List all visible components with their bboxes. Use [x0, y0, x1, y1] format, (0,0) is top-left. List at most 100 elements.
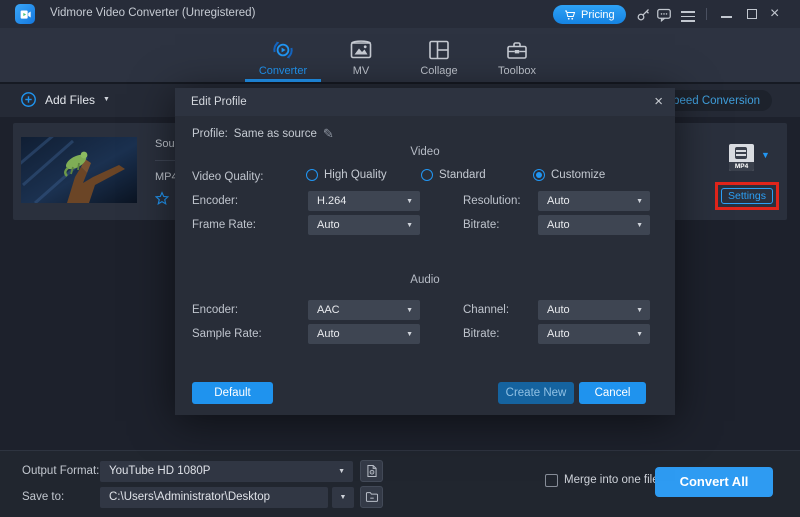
save-to-value: C:\Users\Administrator\Desktop [109, 491, 270, 503]
titlebar-divider [706, 8, 707, 20]
create-new-button[interactable]: Create New [498, 382, 574, 404]
toolbox-icon [505, 38, 529, 62]
audio-encoder-label: Encoder: [192, 300, 238, 320]
frame-rate-value: Auto [317, 219, 340, 231]
tab-toolbox[interactable]: Toolbox [478, 28, 556, 82]
profile-label: Profile: [192, 128, 228, 140]
app-window: Vidmore Video Converter (Unregistered) P… [0, 0, 800, 517]
cancel-button[interactable]: Cancel [579, 382, 646, 404]
file-gear-icon [365, 464, 379, 478]
video-quality-label: Video Quality: [192, 167, 263, 187]
maximize-button[interactable] [747, 9, 757, 19]
minimize-button[interactable] [721, 16, 732, 18]
resolution-value: Auto [547, 195, 570, 207]
mv-icon [349, 38, 373, 62]
convert-all-button[interactable]: Convert All [655, 467, 773, 497]
dropdown-caret-icon: ▼ [636, 198, 643, 205]
window-title: Vidmore Video Converter (Unregistered) [50, 7, 255, 19]
channel-value: Auto [547, 304, 570, 316]
dropdown-caret-icon: ▼ [340, 494, 347, 501]
film-glyph [735, 147, 747, 159]
audio-bitrate-dropdown[interactable]: Auto ▼ [538, 324, 650, 344]
edit-pencil-icon[interactable]: ✎ [323, 126, 334, 142]
output-format-settings-button[interactable] [360, 460, 383, 482]
converter-icon [271, 38, 295, 62]
audio-bitrate-label: Bitrate: [463, 324, 499, 344]
profile-row: Profile: Same as source ✎ [192, 126, 334, 142]
merge-checkbox[interactable] [545, 474, 558, 487]
pricing-button[interactable]: Pricing [553, 5, 626, 24]
bottom-bar: Output Format: YouTube HD 1080P ▼ Save t… [0, 450, 800, 517]
save-to-field[interactable]: C:\Users\Administrator\Desktop [100, 487, 328, 508]
resolution-label: Resolution: [463, 191, 521, 211]
settings-button[interactable]: Settings [721, 188, 773, 204]
dialog-close-icon[interactable]: × [654, 92, 663, 112]
output-format-selector: MP4 ▼ [716, 144, 776, 178]
radio-standard[interactable]: Standard [421, 169, 486, 181]
video-bitrate-value: Auto [547, 219, 570, 231]
dropdown-caret-icon: ▼ [406, 307, 413, 314]
frame-rate-dropdown[interactable]: Auto ▼ [308, 215, 420, 235]
dropdown-caret-icon: ▼ [406, 222, 413, 229]
add-files-button[interactable]: Add Files ▼ [20, 91, 110, 108]
window-close-button[interactable]: × [770, 4, 779, 24]
audio-encoder-dropdown[interactable]: AAC ▼ [308, 300, 420, 320]
mp4-badge: MP4 [729, 162, 754, 171]
plus-circle-icon [20, 91, 37, 108]
browse-folder-button[interactable] [360, 486, 383, 508]
menu-icon[interactable] [680, 9, 696, 24]
save-to-dropdown-button[interactable]: ▼ [332, 487, 354, 508]
radio-high-quality[interactable]: High Quality [306, 169, 387, 181]
radio-customize-label: Customize [551, 169, 605, 181]
dropdown-caret-icon: ▼ [406, 331, 413, 338]
output-format-value: YouTube HD 1080P [109, 465, 210, 477]
radio-circle-checked [533, 169, 545, 181]
collage-icon [427, 38, 451, 62]
radio-circle [306, 169, 318, 181]
dialog-title: Edit Profile [191, 96, 247, 108]
dropdown-caret-icon: ▼ [636, 222, 643, 229]
channel-dropdown[interactable]: Auto ▼ [538, 300, 650, 320]
title-bar: Vidmore Video Converter (Unregistered) P… [0, 0, 800, 28]
main-nav: Converter MV Collage [0, 28, 800, 84]
tab-mv[interactable]: MV [322, 28, 400, 82]
tab-converter[interactable]: Converter [244, 28, 322, 82]
frame-rate-label: Frame Rate: [192, 215, 256, 235]
tab-collage[interactable]: Collage [400, 28, 478, 82]
dropdown-caret-icon: ▼ [636, 307, 643, 314]
output-format-dropdown[interactable]: YouTube HD 1080P ▼ [100, 461, 353, 482]
tab-mv-label: MV [353, 65, 370, 77]
edit-effect-star-icon[interactable] [154, 191, 170, 207]
register-key-icon[interactable] [635, 7, 651, 22]
mp4-file-icon[interactable]: MP4 [729, 144, 754, 171]
channel-label: Channel: [463, 300, 509, 320]
format-dropdown-caret-icon[interactable]: ▼ [761, 151, 770, 160]
audio-bitrate-value: Auto [547, 328, 570, 340]
chevron-down-icon: ▼ [103, 96, 110, 103]
radio-high-quality-label: High Quality [324, 169, 387, 181]
output-format-label: Output Format: [22, 465, 99, 477]
radio-customize[interactable]: Customize [533, 169, 605, 181]
video-bitrate-label: Bitrate: [463, 215, 499, 235]
video-encoder-dropdown[interactable]: H.264 ▼ [308, 191, 420, 211]
merge-label: Merge into one file [564, 474, 659, 486]
video-section-title: Video [175, 146, 675, 158]
feedback-chat-icon[interactable] [656, 7, 672, 22]
dropdown-caret-icon: ▼ [338, 468, 345, 475]
video-encoder-value: H.264 [317, 195, 346, 207]
profile-value: Same as source [234, 128, 317, 140]
cart-icon [564, 9, 576, 21]
tab-collage-label: Collage [420, 65, 457, 77]
app-logo-icon [15, 4, 35, 24]
video-bitrate-dropdown[interactable]: Auto ▼ [538, 215, 650, 235]
folder-icon [365, 490, 379, 504]
sample-rate-label: Sample Rate: [192, 324, 262, 344]
dropdown-caret-icon: ▼ [406, 198, 413, 205]
tab-toolbox-label: Toolbox [498, 65, 536, 77]
radio-standard-label: Standard [439, 169, 486, 181]
video-thumbnail [21, 137, 137, 203]
dialog-header: Edit Profile × [175, 88, 675, 116]
default-button[interactable]: Default [192, 382, 273, 404]
resolution-dropdown[interactable]: Auto ▼ [538, 191, 650, 211]
sample-rate-dropdown[interactable]: Auto ▼ [308, 324, 420, 344]
